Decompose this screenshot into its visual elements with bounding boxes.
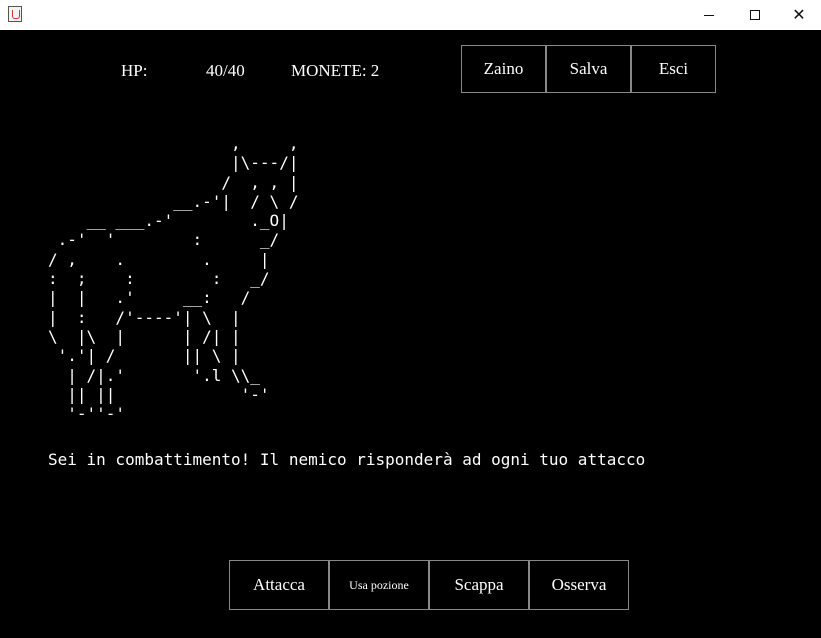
hp-value: 40/40 bbox=[206, 61, 245, 80]
close-button[interactable]: ✕ bbox=[776, 0, 821, 30]
use-potion-button[interactable]: Usa pozione bbox=[329, 560, 429, 610]
maximize-button[interactable] bbox=[732, 0, 778, 30]
window-titlebar: ✕ bbox=[0, 0, 821, 30]
minimize-icon bbox=[704, 14, 714, 16]
backpack-button[interactable]: Zaino bbox=[461, 45, 546, 93]
flee-button[interactable]: Scappa bbox=[429, 560, 529, 610]
exit-button[interactable]: Esci bbox=[631, 45, 716, 93]
observe-button[interactable]: Osserva bbox=[529, 560, 629, 610]
enemy-ascii-art: , , |\---/| / , , | __.-'| / \ / __ ___.… bbox=[48, 134, 299, 424]
top-toolbar: Zaino Salva Esci bbox=[461, 45, 716, 93]
hp-label: HP: bbox=[121, 61, 148, 80]
close-icon: ✕ bbox=[792, 5, 806, 24]
combat-message: Sei in combattimento! Il nemico risponde… bbox=[48, 450, 646, 469]
attack-button[interactable]: Attacca bbox=[229, 560, 329, 610]
minimize-button[interactable] bbox=[686, 0, 732, 30]
game-panel: HP: 40/40 MONETE: 2 Zaino Salva Esci , ,… bbox=[0, 30, 821, 638]
maximize-icon bbox=[750, 10, 760, 20]
java-app-icon bbox=[8, 6, 22, 22]
save-button[interactable]: Salva bbox=[546, 45, 631, 93]
combat-actions: Attacca Usa pozione Scappa Osserva bbox=[229, 560, 629, 610]
coins-counter: MONETE: 2 bbox=[291, 61, 380, 80]
